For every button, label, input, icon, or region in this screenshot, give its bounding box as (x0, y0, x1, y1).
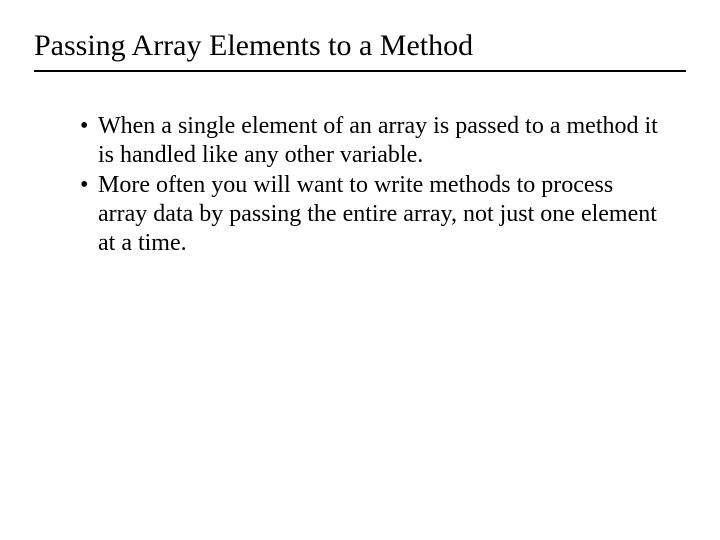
bullet-text: When a single element of an array is pas… (98, 112, 666, 171)
slide-title: Passing Array Elements to a Method (34, 28, 686, 64)
bullet-glyph: • (80, 171, 98, 259)
bullet-item: • More often you will want to write meth… (80, 171, 666, 259)
slide: Passing Array Elements to a Method • Whe… (0, 0, 720, 540)
bullet-item: • When a single element of an array is p… (80, 112, 666, 171)
title-underline (34, 70, 686, 72)
bullet-glyph: • (80, 112, 98, 171)
slide-body: • When a single element of an array is p… (34, 112, 686, 258)
bullet-text: More often you will want to write method… (98, 171, 666, 259)
